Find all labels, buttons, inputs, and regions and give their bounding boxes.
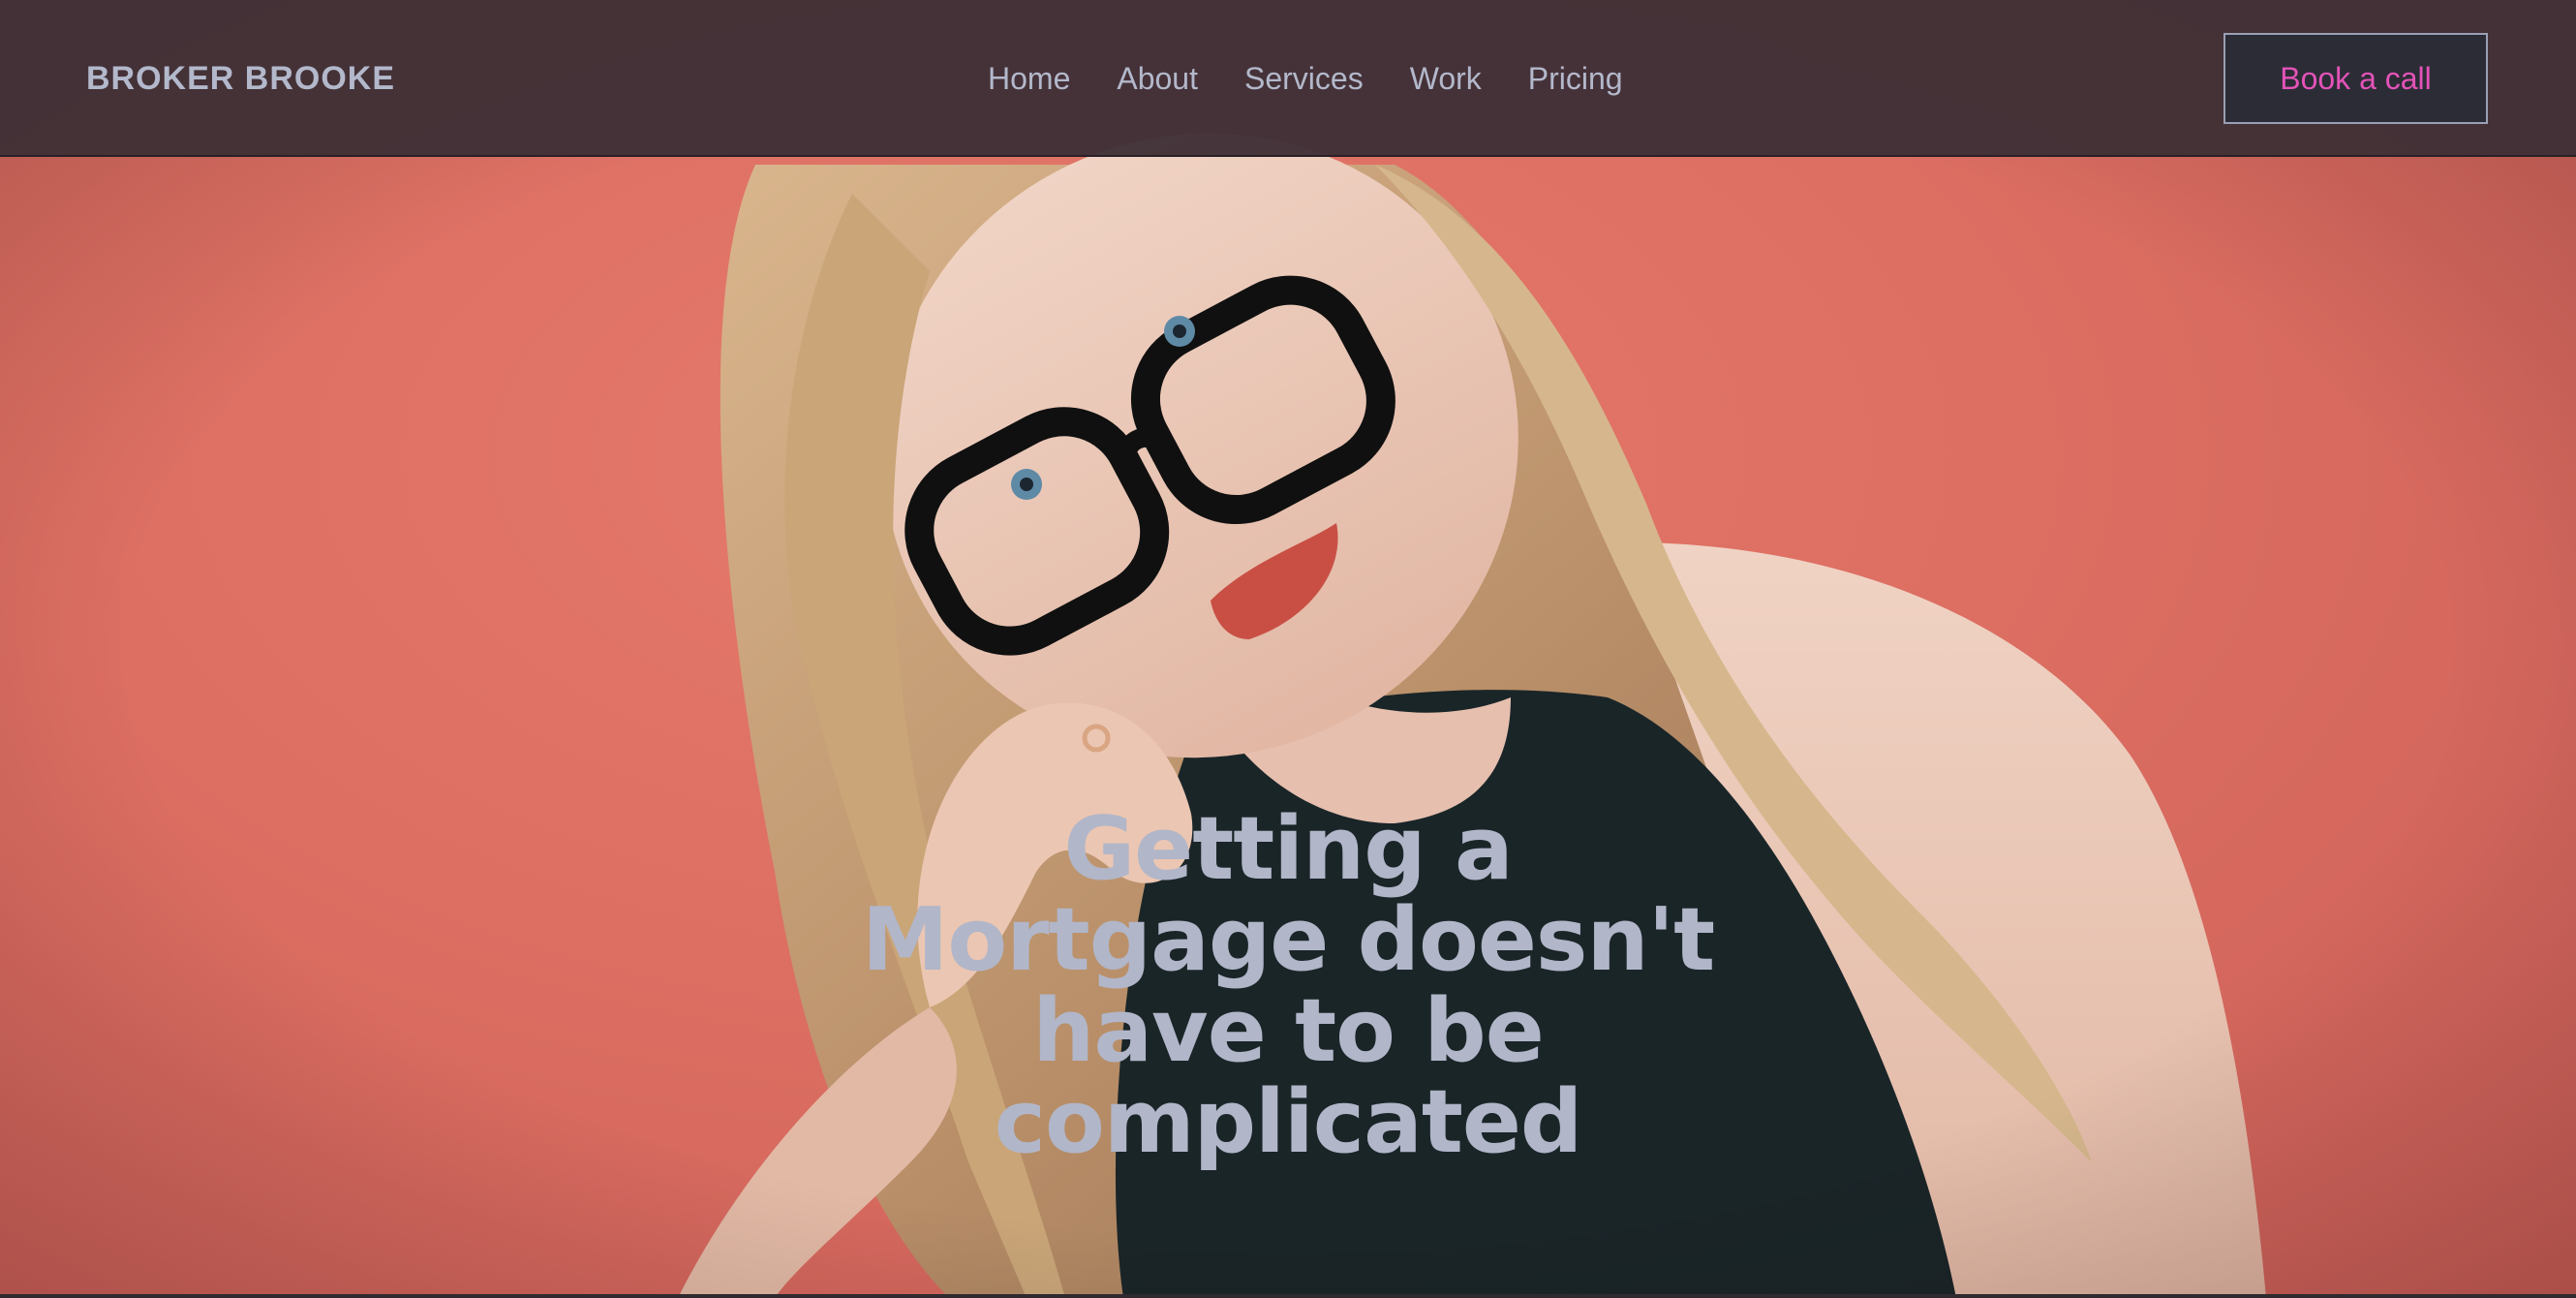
landing-page: Getting a Mortgage doesn't have to be co… <box>0 0 2576 1298</box>
nav-link-home[interactable]: Home <box>988 56 1070 101</box>
hero-headline-line: have to be <box>1032 980 1545 1082</box>
primary-nav: Home About Services Work Pricing <box>988 56 1623 101</box>
hero-headline-line: Mortgage doesn't <box>861 889 1715 991</box>
nav-link-about[interactable]: About <box>1117 56 1198 101</box>
hero-headline-line: complicated <box>994 1071 1583 1173</box>
hero-section: Getting a Mortgage doesn't have to be co… <box>0 0 2576 1298</box>
brand-logo[interactable]: BROKER BROOKE <box>86 56 395 101</box>
nav-link-pricing[interactable]: Pricing <box>1528 56 1623 101</box>
nav-link-services[interactable]: Services <box>1244 56 1364 101</box>
hero-headline: Getting a Mortgage doesn't have to be co… <box>755 804 1821 1168</box>
book-a-call-button[interactable]: Book a call <box>2223 33 2488 124</box>
nav-link-work[interactable]: Work <box>1410 56 1482 101</box>
page-bottom-border <box>0 1294 2576 1298</box>
top-navbar: BROKER BROOKE Home About Services Work P… <box>0 0 2576 157</box>
hero-headline-line: Getting a <box>1063 798 1513 900</box>
